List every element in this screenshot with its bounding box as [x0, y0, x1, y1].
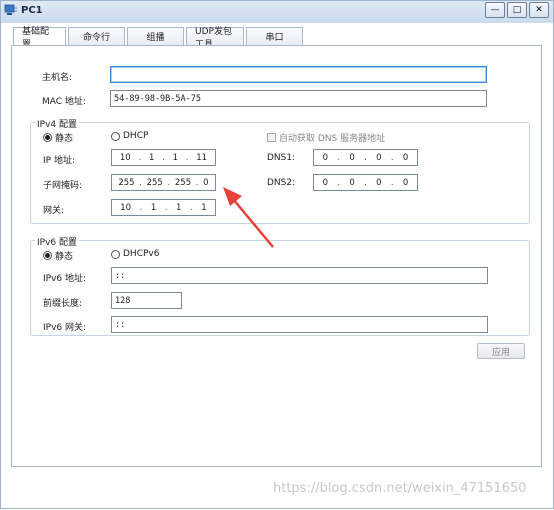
arrow-head-icon	[223, 187, 242, 206]
watermark-text: https://blog.csdn.net/weixin_47151650	[273, 481, 527, 496]
pc1-window: PC1 — □ ✕ 基础配置 命令行 组播 UDP发包工具 串口 主机名: MA…	[0, 0, 554, 509]
arrow-shaft	[232, 198, 274, 248]
annotation-arrow	[223, 187, 274, 248]
